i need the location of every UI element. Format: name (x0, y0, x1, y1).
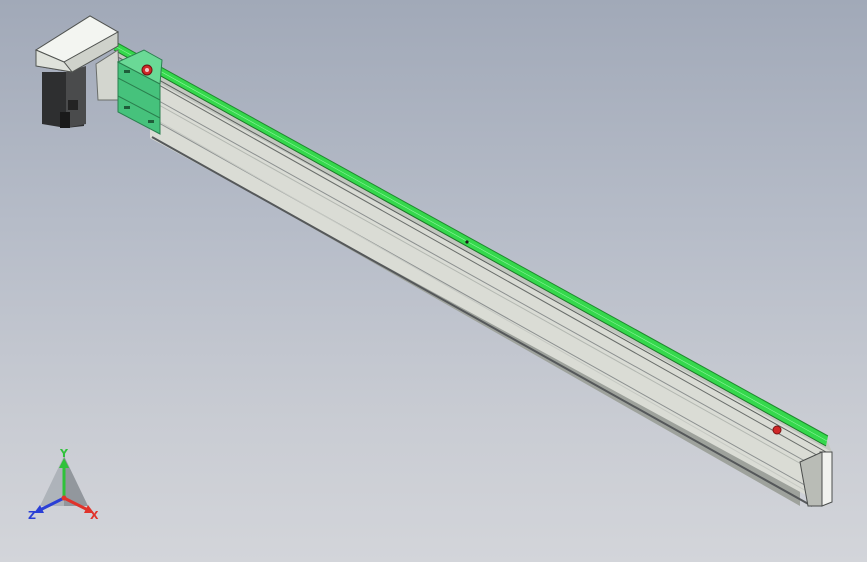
view-triad[interactable]: Y X Z (22, 448, 106, 522)
graphics-viewport[interactable]: Y X Z (0, 0, 867, 562)
profile-beam[interactable] (112, 42, 832, 507)
model-scene[interactable] (0, 0, 867, 562)
triad-y-label: Y (59, 448, 69, 460)
limit-sensor-near[interactable] (141, 64, 153, 76)
motor-adaptor (95, 49, 121, 101)
rail-marker (465, 240, 469, 244)
carriage-block[interactable] (116, 49, 163, 135)
guide-rail[interactable] (111, 39, 829, 447)
triad-x-label: X (90, 509, 99, 522)
end-cap[interactable] (799, 451, 833, 507)
triad-z-label: Z (28, 509, 36, 522)
limit-sensor-far[interactable] (772, 425, 782, 435)
motor-body[interactable] (42, 66, 86, 128)
